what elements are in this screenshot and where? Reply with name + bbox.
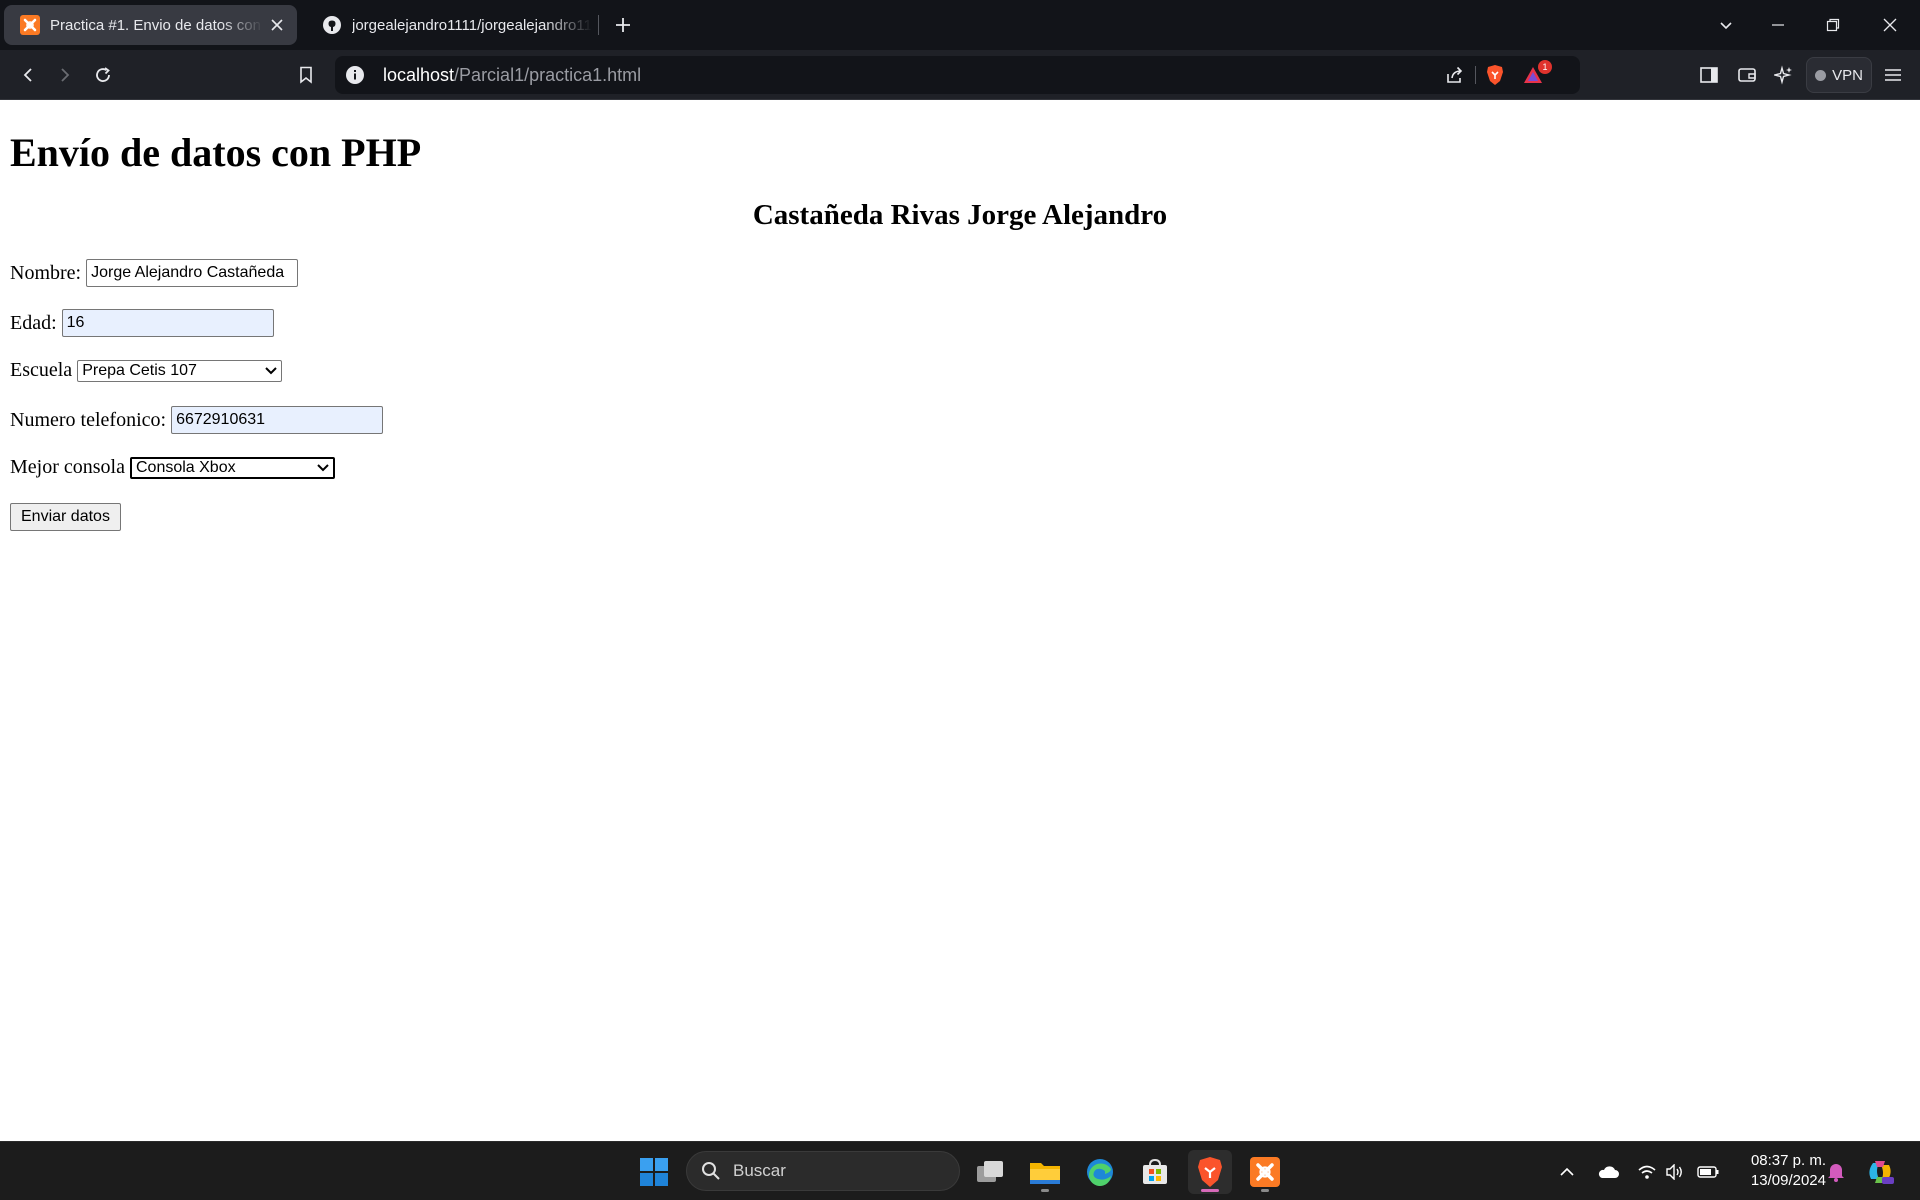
tab-github[interactable]: jorgealejandro1111/jorgealejandro1111 (306, 5, 592, 45)
telefono-input[interactable]: 6672910631 (171, 406, 384, 434)
url-text[interactable]: localhost/Parcial1/practica1.html (383, 65, 641, 86)
page-content: Envío de datos con PHP Castañeda Rivas J… (0, 101, 1920, 1141)
forward-button[interactable] (50, 60, 80, 90)
vpn-label: VPN (1832, 66, 1863, 84)
edad-row: Edad: 16 (10, 309, 274, 337)
browser-toolbar: localhost/Parcial1/practica1.html 1 VPN (0, 50, 1920, 100)
notifications-bell-icon[interactable] (1823, 1142, 1849, 1200)
site-info-icon[interactable] (345, 65, 365, 85)
author-name: Castañeda Rivas Jorge Alejandro (752, 199, 1168, 231)
task-view-icon[interactable] (968, 1150, 1012, 1194)
edad-input[interactable]: 16 (61, 309, 274, 337)
battery-icon[interactable] (1695, 1142, 1721, 1200)
vpn-status-dot (1815, 69, 1827, 81)
wifi-icon[interactable] (1635, 1142, 1659, 1200)
tab-divider (598, 15, 599, 35)
escuela-select[interactable]: Prepa Cetis 107 (77, 359, 283, 382)
tab-search-chevron-icon[interactable] (1698, 0, 1754, 50)
share-icon[interactable] (1444, 64, 1466, 86)
github-icon (322, 15, 342, 35)
system-clock[interactable]: 08:37 p. m. 13/09/2024 (1730, 1151, 1826, 1191)
escuela-row: Escuela Prepa Cetis 107 (10, 359, 283, 382)
escuela-selected: Prepa Cetis 107 (82, 361, 197, 379)
running-indicator (1261, 1189, 1269, 1192)
running-indicator (1201, 1189, 1219, 1192)
close-tab-icon[interactable] (263, 11, 291, 39)
back-button[interactable] (13, 60, 43, 90)
telefono-row: Numero telefonico: 6672910631 (10, 406, 384, 434)
tab-practica1[interactable]: Practica #1. Envio de datos con PHP (4, 5, 297, 45)
url-host: localhost (383, 65, 455, 85)
xampp-taskbar-icon[interactable] (1243, 1150, 1287, 1194)
clock-date: 13/09/2024 (1750, 1172, 1826, 1189)
consola-label: Mejor consola (10, 456, 125, 478)
volume-icon[interactable] (1663, 1142, 1687, 1200)
running-indicator (1041, 1189, 1049, 1192)
vpn-button[interactable]: VPN (1806, 57, 1872, 93)
notification-badge: 1 (1538, 60, 1552, 74)
edad-label: Edad: (10, 311, 57, 334)
url-path: /Parcial1/practica1.html (454, 65, 642, 85)
telefono-label: Numero telefonico: (10, 408, 167, 431)
reload-button[interactable] (88, 60, 118, 90)
browser-tabstrip: Practica #1. Envio de datos con PHP jorg… (0, 0, 1920, 50)
edge-icon[interactable] (1078, 1150, 1122, 1194)
menu-icon[interactable] (1878, 60, 1908, 90)
tab-title: Practica #1. Envio de datos con PHP (50, 16, 263, 34)
windows-icon (640, 1158, 668, 1186)
taskbar: Buscar 08:37 p. m. 13/09/2024 (0, 1141, 1920, 1200)
search-icon (701, 1161, 721, 1181)
wallet-icon[interactable] (1732, 60, 1762, 90)
consola-row: Mejor consola Consola Xbox (10, 456, 335, 479)
file-explorer-icon[interactable] (1023, 1150, 1067, 1194)
chevron-down-icon (265, 366, 277, 374)
nombre-input[interactable]: Jorge Alejandro Castañeda (86, 259, 299, 287)
onedrive-icon[interactable] (1596, 1142, 1620, 1200)
consola-select[interactable]: Consola Xbox (129, 456, 335, 479)
page-title: Envío de datos con PHP (10, 130, 422, 175)
address-bar[interactable]: localhost/Parcial1/practica1.html 1 (335, 56, 1580, 94)
consola-selected: Consola Xbox (135, 458, 236, 476)
clock-time: 08:37 p. m. (1750, 1152, 1826, 1169)
copilot-icon[interactable] (1864, 1142, 1896, 1200)
tab-title: jorgealejandro1111/jorgealejandro1111 (352, 16, 592, 34)
chevron-down-icon (317, 463, 329, 471)
divider (1475, 66, 1476, 84)
leo-ai-icon[interactable] (1769, 60, 1799, 90)
nombre-row: Nombre: Jorge Alejandro Castañeda (10, 259, 299, 287)
restore-button[interactable] (1805, 0, 1861, 50)
start-button[interactable] (632, 1150, 676, 1194)
close-window-button[interactable] (1862, 0, 1918, 50)
search-placeholder: Buscar (733, 1161, 786, 1180)
taskbar-search[interactable]: Buscar (686, 1151, 960, 1191)
new-tab-button[interactable] (608, 10, 638, 40)
xampp-icon (20, 15, 40, 35)
brave-shields-icon[interactable] (1484, 64, 1506, 86)
brave-browser-icon[interactable] (1188, 1150, 1232, 1194)
bookmark-icon[interactable] (291, 60, 321, 90)
microsoft-store-icon[interactable] (1133, 1150, 1177, 1194)
minimize-button[interactable] (1750, 0, 1806, 50)
submit-button[interactable]: Enviar datos (10, 503, 121, 531)
escuela-label: Escuela (10, 359, 73, 381)
sidebar-toggle-icon[interactable] (1694, 60, 1724, 90)
show-hidden-icons-chevron-up-icon[interactable] (1555, 1142, 1579, 1200)
nombre-label: Nombre: (10, 261, 82, 284)
